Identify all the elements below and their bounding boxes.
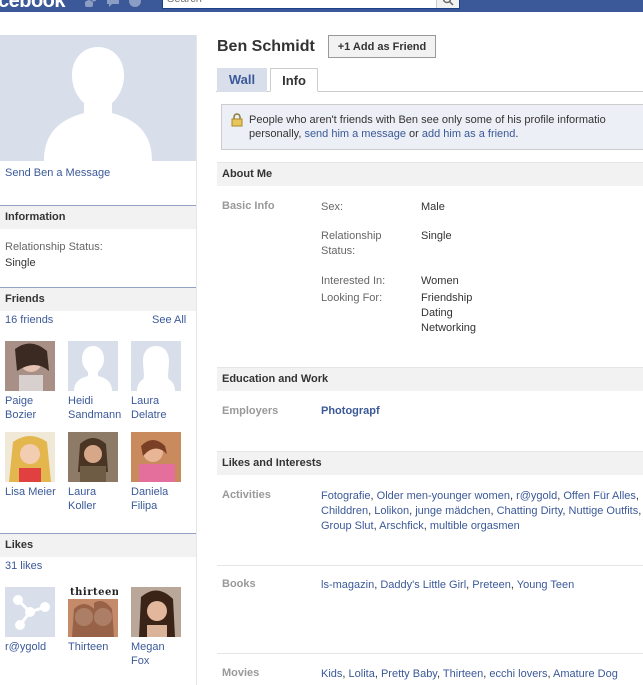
relationship-value: Single (421, 230, 452, 242)
employers-label: Employers (222, 405, 279, 417)
activity-item[interactable]: Older men-younger women (377, 490, 510, 502)
friend-name-1[interactable]: Paige Bozier (5, 394, 65, 422)
friends-count-link[interactable]: 16 friends (5, 314, 53, 326)
activity-item[interactable]: Childdren (321, 505, 368, 517)
book-item[interactable]: Daddy's Little Girl (380, 579, 466, 591)
friend-name-6[interactable]: Daniela Filipa (131, 485, 191, 513)
tab-wall[interactable]: Wall (217, 68, 267, 92)
column-separator (196, 35, 197, 685)
top-bar: cebook (0, 0, 643, 12)
movie-item[interactable]: Kids (321, 668, 342, 680)
facebook-logo[interactable]: cebook (0, 0, 66, 12)
profile-name: Ben Schmidt (217, 38, 315, 55)
education-header: Education and Work (217, 367, 643, 391)
friend-name-5[interactable]: Laura Koller (68, 485, 128, 513)
friend-thumb-6[interactable] (131, 432, 181, 482)
friend-thumb-2[interactable] (68, 341, 118, 391)
profile-picture[interactable] (0, 35, 196, 161)
friend-name-2[interactable]: Heidi Sandmann (68, 394, 128, 422)
relationship-label: Relationship Status: (321, 230, 382, 257)
movie-item[interactable]: Pretty Baby (381, 668, 437, 680)
friend-requests-icon[interactable] (84, 0, 98, 8)
books-list: ls-magazin, Daddy's Little Girl, Preteen… (321, 578, 643, 593)
search-button[interactable] (436, 0, 459, 8)
activity-item[interactable]: junge mädchen (415, 505, 490, 517)
basic-info-label: Basic Info (222, 200, 275, 212)
book-item[interactable]: Preteen (472, 579, 511, 591)
book-item[interactable]: ls-magazin (321, 579, 374, 591)
add-as-friend-button[interactable]: +1 Add as Friend (328, 35, 436, 58)
messages-icon[interactable] (106, 0, 120, 8)
activity-item[interactable]: Arschfick (379, 520, 424, 532)
like-thumb-3[interactable] (131, 587, 181, 637)
send-message-link[interactable]: Send Ben a Message (5, 167, 110, 179)
sex-label: Sex: (321, 201, 344, 213)
privacy-notice: People who aren't friends with Ben see o… (221, 104, 643, 150)
activity-item[interactable]: Lolikon (374, 505, 409, 517)
list-separator: , (638, 505, 642, 517)
add-him-friend-link[interactable]: add him as a friend (422, 128, 516, 140)
interested-in-label: Interested In: (321, 275, 386, 287)
divider-movies (217, 653, 643, 654)
activity-item[interactable]: Group Slut (321, 520, 374, 532)
see-all-friends-link[interactable]: See All (152, 314, 186, 326)
about-me-header: About Me (217, 162, 643, 186)
friend-name-3[interactable]: Laura Delatre (131, 394, 191, 422)
friend-thumb-4[interactable] (5, 432, 55, 482)
activity-item[interactable]: Nuttige Outfits (569, 505, 639, 517)
books-label: Books (222, 578, 256, 590)
privacy-notice-end: . (515, 128, 519, 140)
sex-value: Male (421, 201, 445, 213)
looking-for-label: Looking For: (321, 292, 383, 304)
information-header: Information (0, 205, 196, 229)
likes-count-link[interactable]: 31 likes (5, 560, 42, 572)
activity-item[interactable]: r@ygold (516, 490, 557, 502)
privacy-notice-pre: personally, (249, 128, 305, 140)
search-input[interactable] (163, 0, 437, 7)
lock-icon (231, 113, 243, 127)
relationship-status-value: Single (5, 257, 36, 269)
like-name-2[interactable]: Thirteen (68, 640, 128, 654)
list-separator: , (635, 490, 639, 502)
movie-item[interactable]: Lolita (349, 668, 375, 680)
friend-name-4[interactable]: Lisa Meier (5, 485, 65, 499)
interested-in-value: Women (421, 275, 459, 287)
friend-thumb-1[interactable] (5, 341, 55, 391)
like-thumb-caption: thirteen (70, 587, 118, 598)
like-name-3[interactable]: Megan Fox (131, 640, 191, 668)
share-network-icon (5, 587, 55, 637)
activity-item[interactable]: Offen Für Alles (563, 490, 636, 502)
activity-item[interactable]: multible orgasmen (430, 520, 520, 532)
movies-list: Kids, Lolita, Pretty Baby, Thirteen, ecc… (321, 667, 643, 682)
activities-label: Activities (222, 489, 271, 501)
movie-item[interactable]: Thirteen (443, 668, 483, 680)
tab-info[interactable]: Info (270, 68, 318, 92)
like-name-1[interactable]: r@ygold (5, 640, 65, 654)
activity-item[interactable]: Chatting Dirty (497, 505, 563, 517)
search-box[interactable] (162, 0, 460, 9)
search-icon (442, 0, 454, 6)
silhouette-icon (0, 35, 196, 161)
likes-interests-header: Likes and Interests (217, 451, 643, 475)
privacy-notice-mid: or (405, 128, 422, 140)
book-item[interactable]: Young Teen (517, 579, 575, 591)
looking-for-values: Friendship Dating Networking (421, 292, 477, 334)
movie-item[interactable]: ecchi lovers (489, 668, 547, 680)
likes-header: Likes (0, 533, 196, 557)
employer-link[interactable]: Photograpf (321, 405, 380, 417)
friend-thumb-3[interactable] (131, 341, 181, 391)
send-him-message-link[interactable]: send him a message (304, 128, 406, 140)
relationship-status-label: Relationship Status: (5, 241, 103, 253)
activities-list: Fotografie, Older men-younger women, r@y… (321, 489, 643, 534)
friends-header: Friends (0, 287, 196, 311)
like-thumb-1[interactable] (5, 587, 55, 637)
movie-item[interactable]: Amature Dog (553, 668, 618, 680)
like-thumb-2[interactable]: thirteen (68, 587, 118, 637)
divider-books (217, 565, 643, 566)
notifications-icon[interactable] (128, 0, 142, 8)
activity-item[interactable]: Fotografie (321, 490, 371, 502)
movies-label: Movies (222, 667, 260, 679)
privacy-notice-line1: People who aren't friends with Ben see o… (249, 114, 606, 126)
friend-thumb-5[interactable] (68, 432, 118, 482)
